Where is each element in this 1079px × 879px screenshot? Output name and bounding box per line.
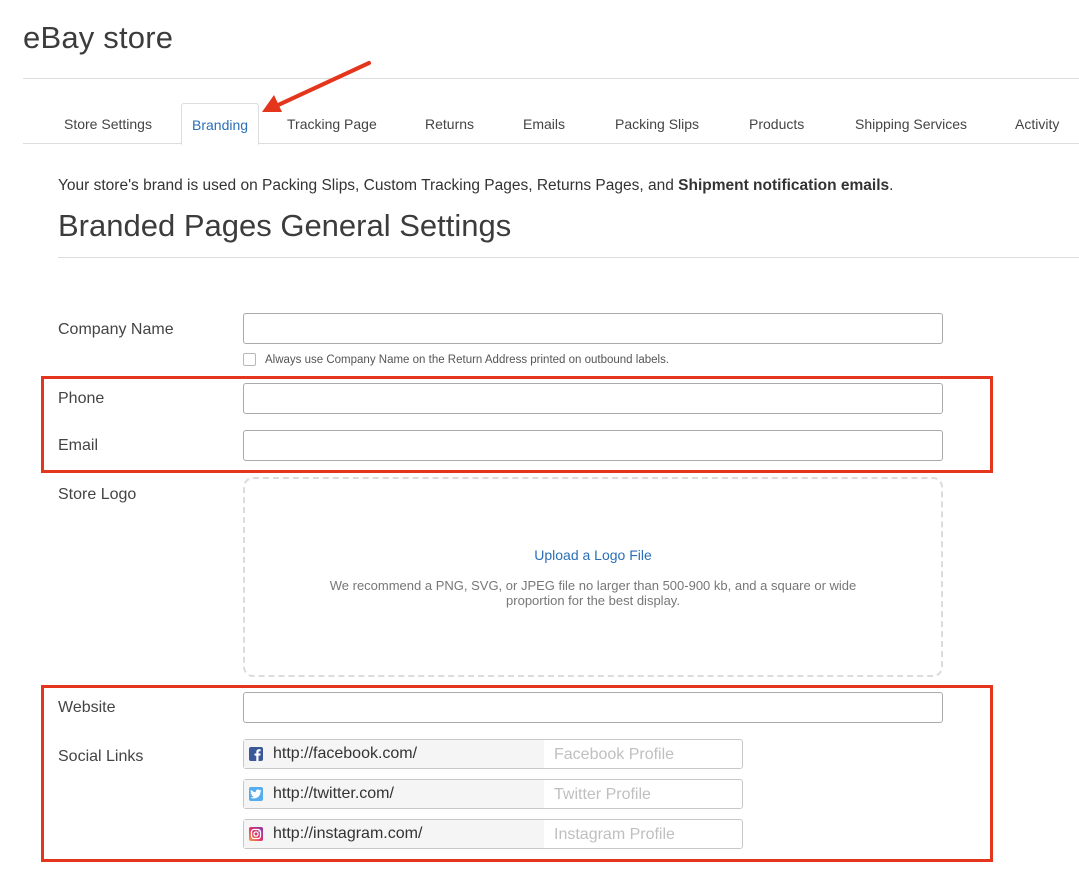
company-name-input[interactable] [243,313,943,344]
tab-branding[interactable]: Branding [181,103,260,145]
branding-intro: Your store's brand is used on Packing Sl… [58,177,893,195]
company-name-label: Company Name [58,321,174,338]
highlight-box-contact [41,376,993,473]
tab-bar: Store Settings Branding Tracking Page Re… [23,103,1079,145]
highlight-box-web [41,685,993,862]
section-divider [58,257,1079,258]
tab-products[interactable]: Products [749,103,804,144]
upload-logo-link[interactable]: Upload a Logo File [245,547,941,563]
page-title: eBay store [23,20,174,55]
intro-end: . [889,177,894,194]
always-use-company-name-label: Always use Company Name on the Return Ad… [265,353,670,366]
intro-text: Your store's brand is used on Packing Sl… [58,177,679,194]
tab-returns[interactable]: Returns [425,103,474,144]
tab-shipping-services[interactable]: Shipping Services [855,103,967,144]
always-use-company-name-row: Always use Company Name on the Return Ad… [243,353,669,366]
tab-activity[interactable]: Activity [1015,103,1059,144]
annotation-arrow [262,61,371,112]
upload-logo-hint: We recommend a PNG, SVG, or JPEG file no… [329,578,857,608]
section-title: Branded Pages General Settings [58,208,512,243]
store-logo-label: Store Logo [58,486,137,503]
tab-packing-slips[interactable]: Packing Slips [615,103,699,144]
title-divider [23,78,1079,79]
always-use-company-name-checkbox[interactable] [243,353,256,366]
tab-emails[interactable]: Emails [523,103,565,144]
tab-store-settings[interactable]: Store Settings [64,103,152,144]
logo-dropzone[interactable]: Upload a Logo File We recommend a PNG, S… [243,477,943,677]
intro-bold: Shipment notification emails [678,177,890,194]
